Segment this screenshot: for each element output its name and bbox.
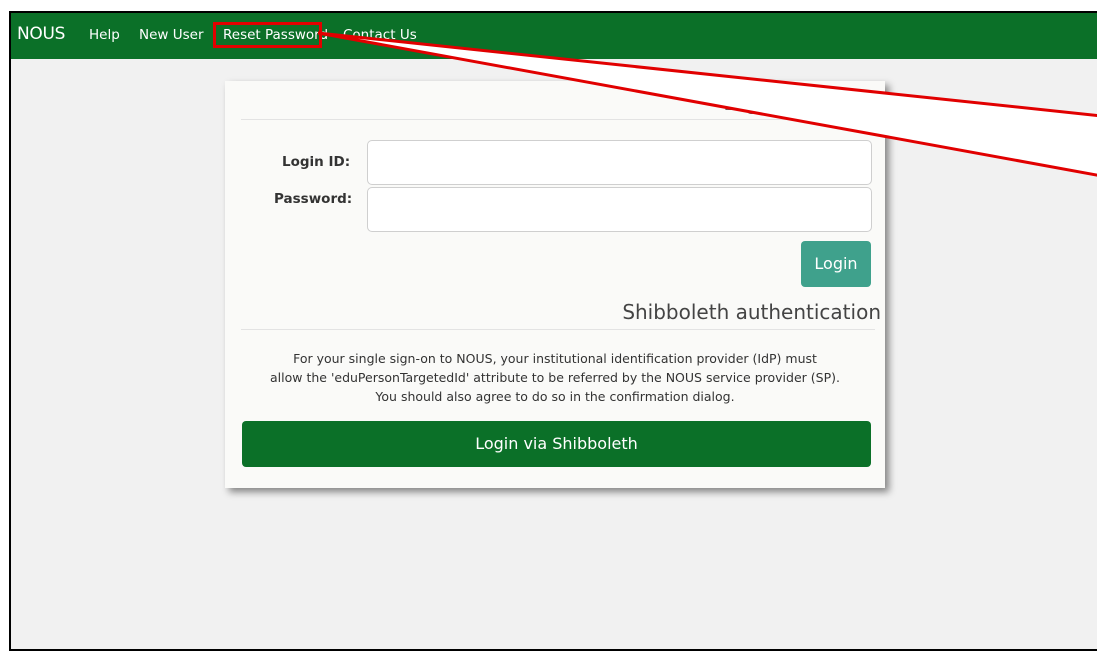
notice-line: allow the 'eduPersonTargetedId' attribut… xyxy=(270,370,840,385)
nav-link-help[interactable]: Help xyxy=(89,27,120,43)
browser-viewport: NOUS Help New User Reset Password Contac… xyxy=(9,11,1097,651)
login-card: Login with Login ID: Password: Login Shi… xyxy=(225,81,885,488)
nav-link-new-user[interactable]: New User xyxy=(139,27,204,43)
reset-password-highlight xyxy=(213,22,322,48)
title-divider xyxy=(241,119,875,120)
login-card-title: Login with xyxy=(722,91,825,115)
notice-line: For your single sign-on to NOUS, your in… xyxy=(293,351,817,366)
login-id-label: Login ID: xyxy=(282,154,351,170)
shibboleth-heading: Shibboleth authentication xyxy=(622,300,881,324)
shibboleth-divider xyxy=(241,329,875,330)
top-navbar: NOUS Help New User Reset Password Contac… xyxy=(11,13,1097,59)
nous-brand-link[interactable]: NOUS xyxy=(17,24,65,44)
password-input[interactable] xyxy=(367,187,872,232)
notice-line: You should also agree to do so in the co… xyxy=(375,389,735,404)
login-button[interactable]: Login xyxy=(801,241,871,287)
login-id-input[interactable] xyxy=(367,140,872,185)
shibboleth-notice: For your single sign-on to NOUS, your in… xyxy=(255,349,855,406)
login-via-shibboleth-button[interactable]: Login via Shibboleth xyxy=(242,421,871,467)
nav-link-contact-us[interactable]: Contact Us xyxy=(343,27,417,43)
password-label: Password: xyxy=(274,191,353,207)
